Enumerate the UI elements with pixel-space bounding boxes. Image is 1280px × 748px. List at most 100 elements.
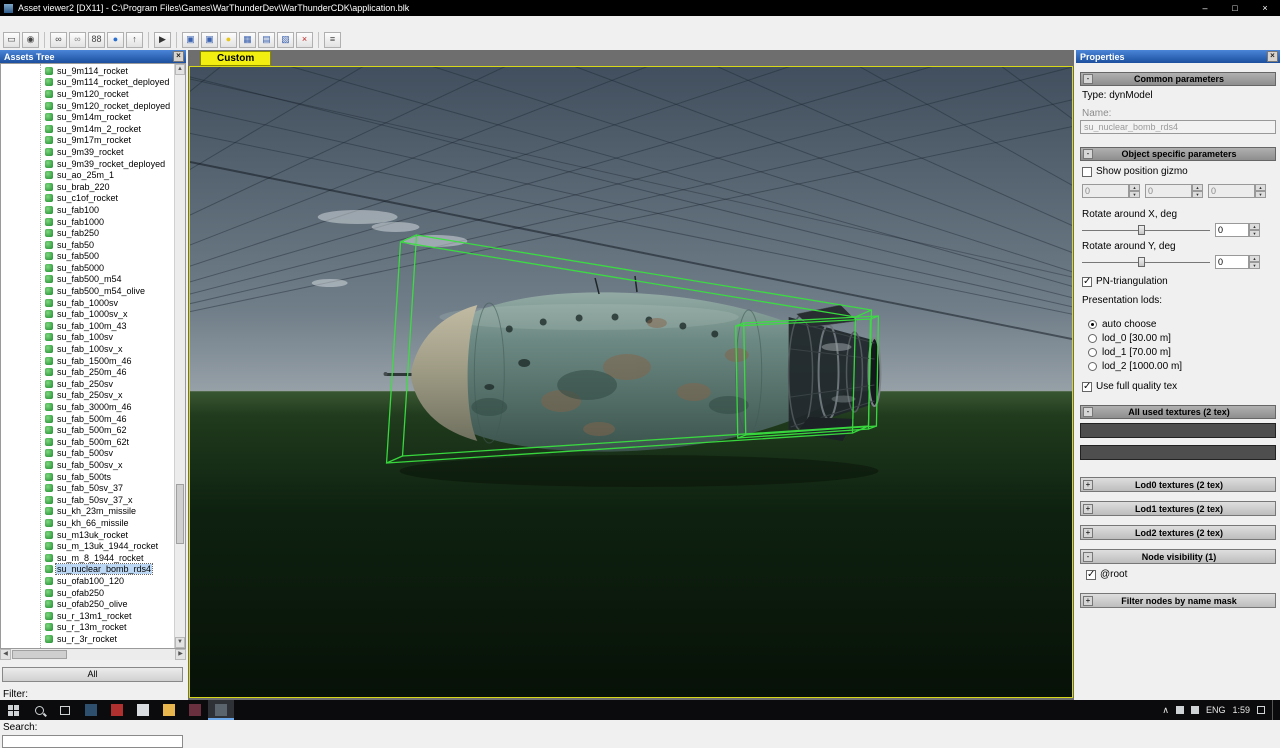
position-x-stepper[interactable]: 0 ▲ ▼ xyxy=(1082,184,1140,198)
tree-item[interactable]: su_fab_500m_62 xyxy=(1,424,175,436)
object-parameters-section[interactable]: - Object specific parameters xyxy=(1080,147,1276,161)
slider-thumb[interactable] xyxy=(1138,225,1145,235)
export-up-icon[interactable]: ↑ xyxy=(126,31,143,48)
lod0-textures-section[interactable]: + Lod0 textures (2 tex) xyxy=(1080,477,1276,492)
tree-item[interactable]: su_fab_50sv_37 xyxy=(1,482,175,494)
texture-button[interactable] xyxy=(1080,445,1276,460)
tree-item[interactable]: su_9m120_rocket_deployed xyxy=(1,100,175,112)
filter-nodes-section[interactable]: + Filter nodes by name mask xyxy=(1080,593,1276,608)
network-icon[interactable] xyxy=(1175,706,1184,714)
volume-icon[interactable] xyxy=(1190,706,1199,714)
tree-item[interactable]: su_fab50 xyxy=(1,239,175,251)
tree-item[interactable]: su_fab_100sv xyxy=(1,332,175,344)
lod-option-radio[interactable]: lod_0 [30.00 m] xyxy=(1088,331,1182,345)
use-full-quality-tex-checkbox[interactable]: Use full quality tex xyxy=(1082,381,1177,392)
scroll-up-icon[interactable]: ▲ xyxy=(175,64,185,75)
clock[interactable]: 1:59 xyxy=(1232,705,1250,715)
taskbar-app-3[interactable] xyxy=(130,700,156,720)
tree-item[interactable]: su_fab_100sv_x xyxy=(1,343,175,355)
tree-item[interactable]: su_fab100 xyxy=(1,204,175,216)
video-capture-icon[interactable]: ▣ xyxy=(182,31,199,48)
tree-vertical-scrollbar[interactable]: ▲ ▼ xyxy=(174,64,185,648)
tree-item[interactable]: su_fab5000 xyxy=(1,262,175,274)
tree-item[interactable]: su_fab500 xyxy=(1,251,175,263)
taskbar-app-2[interactable] xyxy=(104,700,130,720)
tree-item[interactable]: su_fab_250m_46 xyxy=(1,366,175,378)
assets-tree-close-icon[interactable]: × xyxy=(173,51,184,62)
tree-item[interactable]: su_9m114_rocket_deployed xyxy=(1,77,175,89)
taskbar-search-button[interactable] xyxy=(26,700,52,720)
spin-down-icon[interactable]: ▼ xyxy=(1192,191,1203,198)
spin-up-icon[interactable]: ▲ xyxy=(1255,184,1266,191)
tree-item[interactable]: su_fab_50sv_37_x xyxy=(1,494,175,506)
action-center-icon[interactable] xyxy=(1257,706,1265,714)
spin-up-icon[interactable]: ▲ xyxy=(1192,184,1203,191)
start-button[interactable] xyxy=(0,700,26,720)
tree-item[interactable]: su_9m14m_rocket xyxy=(1,111,175,123)
tab-custom[interactable]: Custom xyxy=(200,51,272,66)
lod2-textures-section[interactable]: + Lod2 textures (2 tex) xyxy=(1080,525,1276,540)
tree-item[interactable]: su_fab_1000sv_x xyxy=(1,308,175,320)
lod1-textures-section[interactable]: + Lod1 textures (2 tex) xyxy=(1080,501,1276,516)
spin-up-icon[interactable]: ▲ xyxy=(1249,223,1260,230)
tree-item[interactable]: su_fab250 xyxy=(1,227,175,239)
viewport-canvas[interactable] xyxy=(189,66,1073,698)
tree-item[interactable]: su_fab_500m_46 xyxy=(1,413,175,425)
ruler-icon[interactable]: ≡ xyxy=(324,31,341,48)
tree-item[interactable]: su_ofab250 xyxy=(1,587,175,599)
tree-item[interactable]: su_ofab100_120 xyxy=(1,575,175,587)
tree-item[interactable]: su_fab_1500m_46 xyxy=(1,355,175,367)
name-field[interactable] xyxy=(1080,120,1276,134)
horizontal-scroll-thumb[interactable] xyxy=(12,650,67,659)
paint-drop-icon[interactable]: ● xyxy=(107,31,124,48)
stats-icon[interactable]: 88 xyxy=(88,31,105,48)
scroll-right-icon[interactable]: ▶ xyxy=(175,649,186,660)
tree-item[interactable]: su_fab_3000m_46 xyxy=(1,401,175,413)
tree-item[interactable]: su_9m39_rocket xyxy=(1,146,175,158)
tree-item[interactable]: su_9m17m_rocket xyxy=(1,135,175,147)
texture-button[interactable] xyxy=(1080,423,1276,438)
pn-triangulation-checkbox[interactable]: PN-triangulation xyxy=(1082,276,1168,287)
no-render-icon[interactable]: × xyxy=(296,31,313,48)
lod-option-radio[interactable]: lod_2 [1000.00 m] xyxy=(1088,359,1182,373)
collapse-icon[interactable]: - xyxy=(1083,551,1093,562)
collapse-icon[interactable]: - xyxy=(1083,149,1093,159)
common-parameters-section[interactable]: - Common parameters xyxy=(1080,72,1276,86)
spin-down-icon[interactable]: ▼ xyxy=(1255,191,1266,198)
chain-icon[interactable]: ∞ xyxy=(69,31,86,48)
tree-item[interactable]: su_r_13m_rocket xyxy=(1,622,175,634)
maximize-button[interactable]: □ xyxy=(1220,0,1250,16)
tree-item[interactable]: su_fab_500ts xyxy=(1,471,175,483)
all-used-textures-section[interactable]: - All used textures (2 tex) xyxy=(1080,405,1276,419)
language-indicator[interactable]: ENG xyxy=(1206,705,1226,715)
taskbar-app-1[interactable] xyxy=(78,700,104,720)
textured-view-icon[interactable]: ▤ xyxy=(258,31,275,48)
spin-up-icon[interactable]: ▲ xyxy=(1249,255,1260,262)
wireframe-view-icon[interactable]: ▦ xyxy=(239,31,256,48)
spin-down-icon[interactable]: ▼ xyxy=(1129,191,1140,198)
minimize-button[interactable]: – xyxy=(1190,0,1220,16)
tree-item[interactable]: su_9m114_rocket xyxy=(1,65,175,77)
position-z-stepper[interactable]: 0 ▲ ▼ xyxy=(1208,184,1266,198)
tray-chevron-icon[interactable]: ∧ xyxy=(1162,705,1169,716)
rotate-y-stepper[interactable]: 0 ▲ ▼ xyxy=(1215,255,1260,269)
node-visibility-section[interactable]: - Node visibility (1) xyxy=(1080,549,1276,564)
tree-item[interactable]: su_m_13uk_1944_rocket xyxy=(1,540,175,552)
select-region-icon[interactable]: ▭ xyxy=(3,31,20,48)
tree-item[interactable]: su_kh_23m_missile xyxy=(1,506,175,518)
show-position-gizmo-checkbox[interactable]: Show position gizmo xyxy=(1082,166,1188,177)
tree-item[interactable]: su_fab_250sv_x xyxy=(1,390,175,402)
expand-icon[interactable]: + xyxy=(1083,479,1093,490)
scroll-left-icon[interactable]: ◀ xyxy=(0,649,11,660)
tree-item[interactable]: su_m13uk_rocket xyxy=(1,529,175,541)
link-icon[interactable]: ∞ xyxy=(50,31,67,48)
root-node-checkbox[interactable]: @root xyxy=(1086,569,1127,580)
tree-item[interactable]: su_fab_500m_62t xyxy=(1,436,175,448)
light-bulb-icon[interactable]: ● xyxy=(220,31,237,48)
tree-item[interactable]: su_ao_25m_1 xyxy=(1,169,175,181)
rotate-x-slider[interactable] xyxy=(1082,224,1210,236)
search-input[interactable] xyxy=(2,735,183,748)
tree-item[interactable]: su_nuclear_bomb_rds4 xyxy=(1,563,175,576)
tree-item[interactable]: su_m_8_1944_rocket xyxy=(1,552,175,564)
rotate-y-slider[interactable] xyxy=(1082,256,1210,268)
